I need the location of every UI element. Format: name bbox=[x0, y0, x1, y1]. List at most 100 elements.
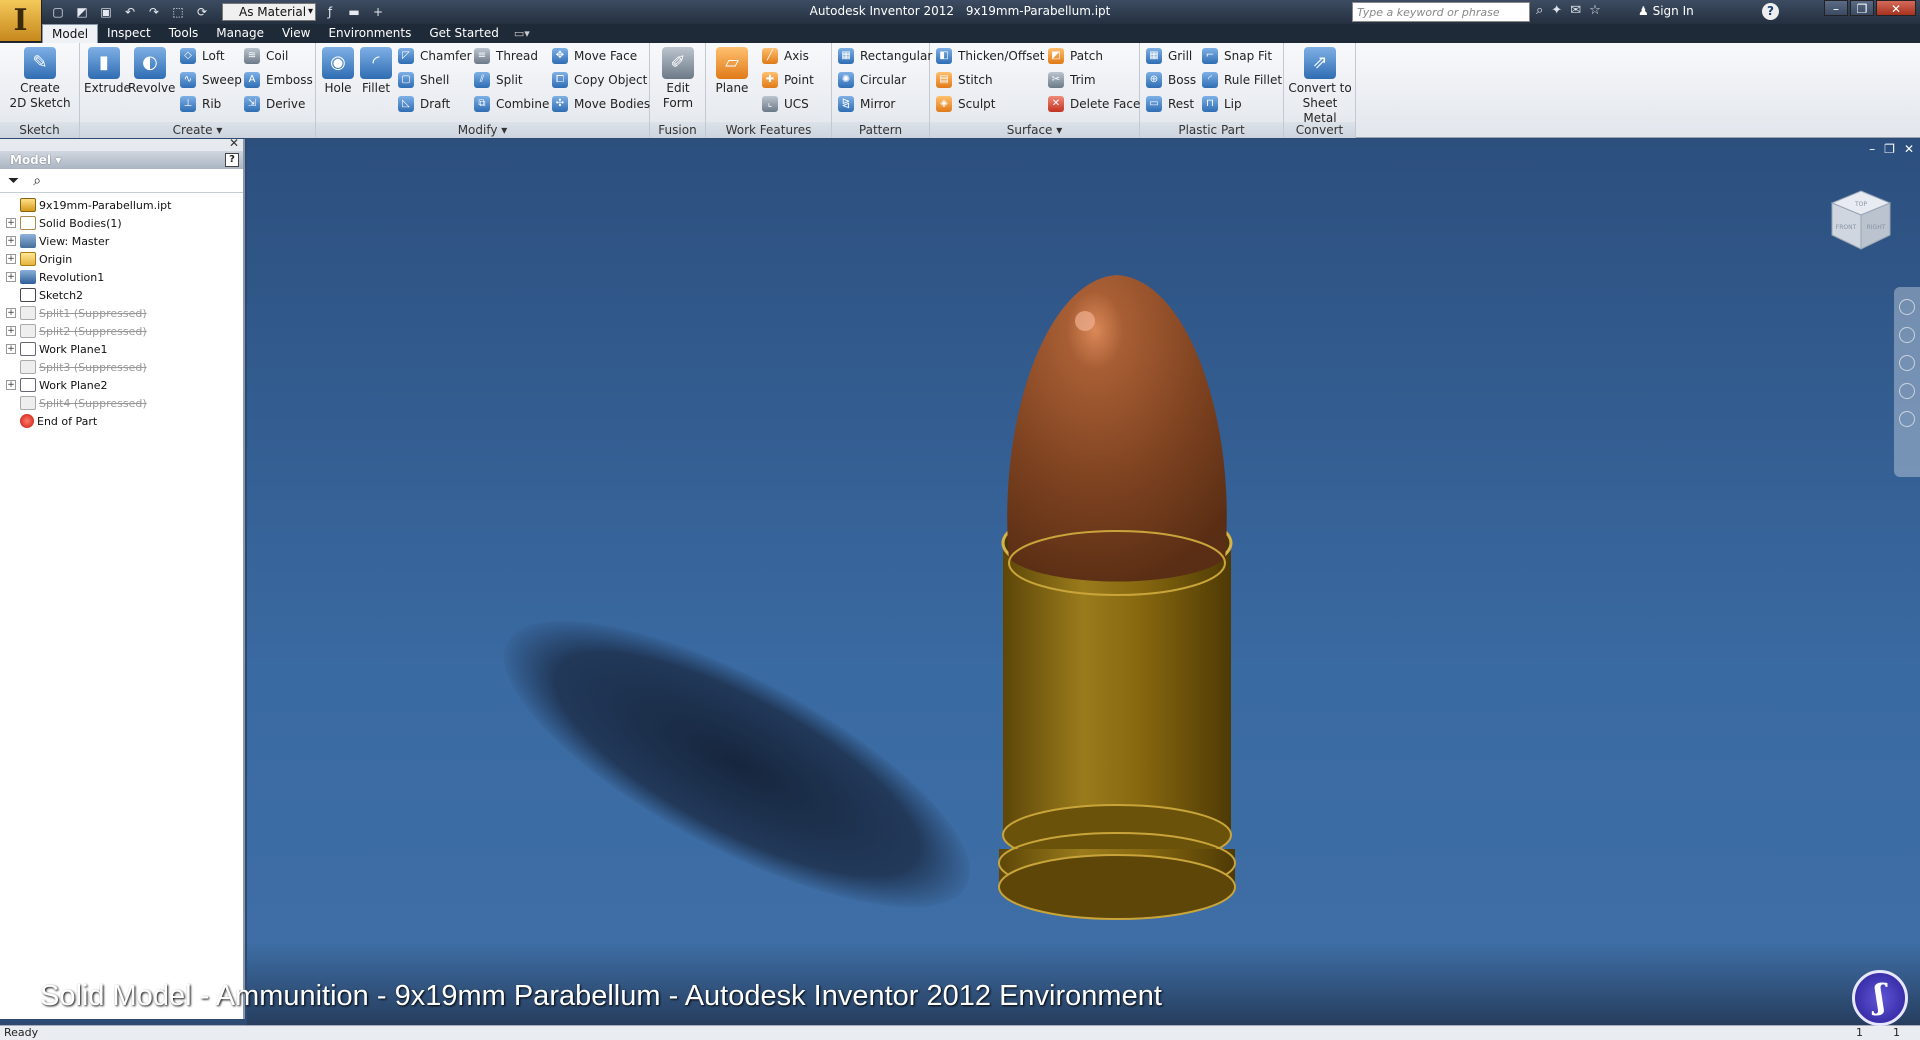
grill-button[interactable]: ▦ Grill bbox=[1146, 46, 1192, 66]
copy-object-button[interactable]: ⧠ Copy Object bbox=[552, 70, 647, 90]
tree-node[interactable]: + Split1 (Suppressed) bbox=[6, 304, 243, 322]
undo-icon[interactable]: ↶ bbox=[120, 3, 140, 21]
minimize-button[interactable]: – bbox=[1824, 0, 1848, 16]
stitch-button[interactable]: ▤ Stitch bbox=[936, 70, 993, 90]
expand-icon[interactable]: + bbox=[6, 218, 16, 228]
shell-button[interactable]: ▢ Shell bbox=[398, 70, 449, 90]
expand-icon[interactable]: + bbox=[6, 344, 16, 354]
close-icon[interactable]: ✕ bbox=[229, 136, 239, 150]
color-icon[interactable]: ▬ bbox=[344, 3, 364, 21]
tree-node[interactable]: Split4 (Suppressed) bbox=[6, 394, 243, 412]
sign-in-button[interactable]: ♟ Sign In bbox=[1638, 4, 1694, 18]
subscription-icon[interactable]: ✦ bbox=[1551, 3, 1562, 18]
find-icon[interactable]: ⌕ bbox=[33, 173, 41, 189]
snap-fit-button[interactable]: ⌐ Snap Fit bbox=[1202, 46, 1272, 66]
tree-node[interactable]: 9x19mm-Parabellum.ipt bbox=[6, 196, 243, 214]
move-face-button[interactable]: ✥ Move Face bbox=[552, 46, 637, 66]
tree-node[interactable]: + Solid Bodies(1) bbox=[6, 214, 243, 232]
favorites-icon[interactable]: ☆ bbox=[1589, 3, 1601, 18]
bullet-model[interactable] bbox=[957, 259, 1277, 959]
surface-panel-label[interactable]: Surface ▾ bbox=[930, 122, 1139, 138]
ucs-button[interactable]: ⌞ UCS bbox=[762, 94, 809, 114]
restore-button[interactable]: ❐ bbox=[1850, 0, 1874, 16]
sketch-plus-icon[interactable]: + bbox=[368, 3, 388, 21]
tab-view[interactable]: View bbox=[273, 24, 319, 43]
tree-node[interactable]: Split3 (Suppressed) bbox=[6, 358, 243, 376]
search-input[interactable]: Type a keyword or phrase bbox=[1352, 2, 1530, 22]
binoculars-icon[interactable]: ⌕ bbox=[1536, 3, 1543, 18]
expand-icon[interactable]: + bbox=[6, 326, 16, 336]
loft-button[interactable]: ◇ Loft bbox=[180, 46, 225, 66]
draft-button[interactable]: ◺ Draft bbox=[398, 94, 450, 114]
emboss-button[interactable]: A Emboss bbox=[244, 70, 313, 90]
trim-button[interactable]: ✂ Trim bbox=[1048, 70, 1096, 90]
save-icon[interactable]: ▣ bbox=[96, 3, 116, 21]
look-at-icon[interactable] bbox=[1899, 411, 1915, 427]
boss-button[interactable]: ⊕ Boss bbox=[1146, 70, 1196, 90]
tree-node[interactable]: End of Part bbox=[6, 412, 243, 430]
sculpt-button[interactable]: ◈ Sculpt bbox=[936, 94, 995, 114]
update-icon[interactable]: ⟳ bbox=[192, 3, 212, 21]
tab-get-started[interactable]: Get Started bbox=[420, 24, 508, 43]
create-2d-sketch-button[interactable]: ✎ Create 2D Sketch bbox=[6, 47, 74, 111]
rest-button[interactable]: ▭ Rest bbox=[1146, 94, 1194, 114]
browser-header[interactable]: Model ▾ ? bbox=[0, 151, 243, 169]
split-button[interactable]: ⫽ Split bbox=[474, 70, 523, 90]
thread-button[interactable]: ≡ Thread bbox=[474, 46, 538, 66]
mirror-button[interactable]: ⧎ Mirror bbox=[838, 94, 895, 114]
chamfer-button[interactable]: ◸ Chamfer bbox=[398, 46, 472, 66]
tab-tools[interactable]: Tools bbox=[160, 24, 208, 43]
convert-to-sheet-metal-button[interactable]: ⇗ Convert to Sheet Metal bbox=[1286, 47, 1354, 126]
tab-environments[interactable]: Environments bbox=[319, 24, 420, 43]
orbit-icon[interactable] bbox=[1899, 383, 1915, 399]
expand-icon[interactable]: + bbox=[6, 308, 16, 318]
fx-icon[interactable]: ƒ bbox=[320, 3, 340, 21]
extrude-button[interactable]: ▮ Extrude bbox=[84, 47, 131, 96]
modify-panel-label[interactable]: Modify ▾ bbox=[316, 122, 649, 138]
restore-icon[interactable]: ❐ bbox=[1884, 142, 1895, 156]
tree-node[interactable]: + Revolution1 bbox=[6, 268, 243, 286]
expand-icon[interactable]: + bbox=[6, 254, 16, 264]
sweep-button[interactable]: ∿ Sweep bbox=[180, 70, 242, 90]
edit-form-button[interactable]: ✐ Edit Form bbox=[656, 47, 700, 111]
tree-node[interactable]: Sketch2 bbox=[6, 286, 243, 304]
help-button[interactable]: ? bbox=[1762, 3, 1779, 20]
tab-manage[interactable]: Manage bbox=[207, 24, 273, 43]
close-icon[interactable]: ✕ bbox=[1904, 142, 1914, 156]
delete-face-button[interactable]: ✕ Delete Face bbox=[1048, 94, 1140, 114]
graphics-viewport[interactable]: – ❐ ✕ TOP FRONT RIGHT bbox=[247, 139, 1920, 1025]
open-icon[interactable]: ◩ bbox=[72, 3, 92, 21]
rectangular-pattern-button[interactable]: ▦ Rectangular bbox=[838, 46, 932, 66]
communication-icon[interactable]: ✉ bbox=[1570, 3, 1581, 18]
derive-button[interactable]: ⇲ Derive bbox=[244, 94, 305, 114]
material-select[interactable]: As Material bbox=[222, 3, 316, 21]
combine-button[interactable]: ⧉ Combine bbox=[474, 94, 549, 114]
point-button[interactable]: ✚ Point bbox=[762, 70, 814, 90]
redo-icon[interactable]: ↷ bbox=[144, 3, 164, 21]
tree-node[interactable]: + View: Master bbox=[6, 232, 243, 250]
steering-wheel-icon[interactable] bbox=[1899, 299, 1915, 315]
tab-model[interactable]: Model bbox=[42, 24, 99, 43]
application-menu-button[interactable]: I bbox=[0, 0, 42, 42]
new-icon[interactable]: ▢ bbox=[48, 3, 68, 21]
expand-icon[interactable]: + bbox=[6, 380, 16, 390]
rib-button[interactable]: ⊥ Rib bbox=[180, 94, 221, 114]
move-bodies-button[interactable]: ✣ Move Bodies bbox=[552, 94, 650, 114]
expand-icon[interactable]: + bbox=[6, 272, 16, 282]
tree-node[interactable]: + Work Plane1 bbox=[6, 340, 243, 358]
revolve-button[interactable]: ◐ Revolve bbox=[128, 47, 175, 96]
filter-icon[interactable]: ⏷ bbox=[8, 173, 19, 189]
tab-inspect[interactable]: Inspect bbox=[98, 24, 160, 43]
fillet-button[interactable]: ◜ Fillet bbox=[358, 47, 394, 96]
expand-icon[interactable]: + bbox=[6, 236, 16, 246]
thicken-offset-button[interactable]: ◧ Thicken/Offset bbox=[936, 46, 1044, 66]
lip-button[interactable]: ⊓ Lip bbox=[1202, 94, 1242, 114]
select-icon[interactable]: ⬚ bbox=[168, 3, 188, 21]
create-panel-label[interactable]: Create ▾ bbox=[80, 122, 315, 138]
ribbon-options-icon[interactable]: ▭▾ bbox=[508, 24, 536, 43]
hole-button[interactable]: ◉ Hole bbox=[320, 47, 356, 96]
zoom-icon[interactable] bbox=[1899, 355, 1915, 371]
axis-button[interactable]: ╱ Axis bbox=[762, 46, 809, 66]
viewcube[interactable]: TOP FRONT RIGHT bbox=[1828, 187, 1894, 253]
close-button[interactable]: ✕ bbox=[1876, 0, 1916, 16]
